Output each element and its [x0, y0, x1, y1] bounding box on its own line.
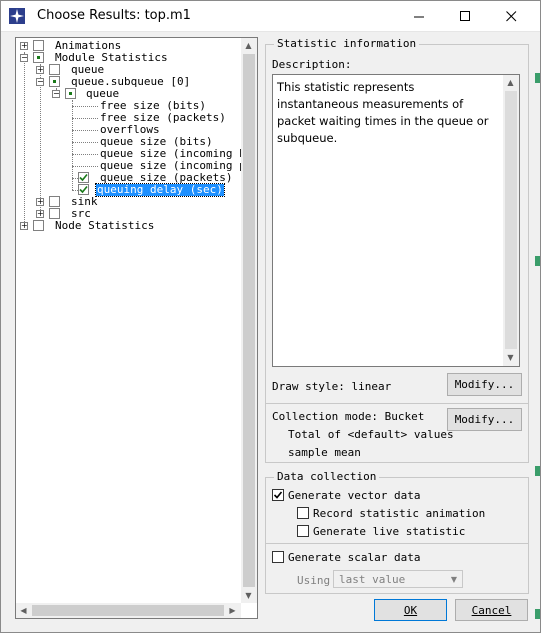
scroll-down-icon[interactable]: ▼ [503, 350, 518, 365]
maximize-icon [459, 10, 470, 21]
tree-horizontal-scrollbar[interactable]: ◀ ▶ [16, 603, 241, 618]
tree-item-module-statistics[interactable]: − Module Statistics [16, 52, 246, 64]
tree-checkbox[interactable] [33, 220, 44, 231]
using-label: Using [297, 574, 331, 587]
divider [265, 543, 529, 544]
window-title: Choose Results: top.m1 [37, 8, 191, 23]
tree-item-node-statistics[interactable]: + Node Statistics [16, 220, 246, 232]
draw-style-modify-button[interactable]: Modify... [447, 373, 522, 396]
app-icon [9, 8, 25, 24]
description-text: This statistic represents instantaneous … [277, 80, 489, 145]
total-of-text: Total of <default> values [288, 428, 454, 441]
scroll-up-icon[interactable]: ▲ [503, 75, 518, 90]
expand-icon[interactable]: + [20, 42, 28, 50]
checkmark-icon [79, 185, 88, 194]
description-scrollbar[interactable]: ▲ ▼ [503, 75, 519, 366]
background-decoration [535, 73, 540, 83]
tree-checkbox[interactable] [49, 76, 60, 87]
checkmark-icon [79, 173, 88, 182]
collapse-icon[interactable]: − [20, 54, 28, 62]
tree-item-sink[interactable]: + sink [16, 196, 246, 208]
tree-item-queue-subqueue[interactable]: − queue.subqueue [0] [16, 76, 246, 88]
generate-live-label: Generate live statistic [313, 525, 466, 538]
collapse-icon[interactable]: − [36, 78, 44, 86]
background-decoration [535, 609, 540, 619]
group-legend: Statistic information [274, 37, 420, 50]
ok-button-label: OK [403, 603, 418, 617]
record-animation-label: Record statistic animation [313, 507, 486, 520]
description-textarea[interactable]: This statistic represents instantaneous … [272, 74, 520, 367]
title-bar: Choose Results: top.m1 [1, 1, 540, 32]
tree-checkbox[interactable] [78, 184, 89, 195]
close-button[interactable] [488, 1, 534, 31]
tree-checkbox[interactable] [33, 40, 44, 51]
tree-item-label: queuing delay (sec) [95, 183, 225, 197]
tree-checkbox[interactable] [33, 52, 44, 63]
scroll-down-icon[interactable]: ▼ [241, 588, 256, 603]
tree-checkbox[interactable] [65, 88, 76, 99]
cancel-button-label: Cancel [471, 603, 512, 617]
record-animation-checkbox[interactable] [297, 507, 309, 519]
scroll-thumb[interactable] [32, 605, 224, 616]
using-select[interactable]: last value ▼ [333, 570, 463, 588]
scroll-thumb[interactable] [505, 91, 517, 349]
scroll-left-icon[interactable]: ◀ [16, 603, 31, 618]
tree-checkbox[interactable] [78, 172, 89, 183]
using-select-value: last value [339, 573, 406, 586]
maximize-button[interactable] [442, 1, 488, 31]
tree-checkbox[interactable] [49, 64, 60, 75]
checkmark-icon [273, 491, 283, 499]
collection-mode-modify-button[interactable]: Modify... [447, 408, 522, 431]
chevron-down-icon: ▼ [450, 574, 458, 584]
divider [265, 403, 529, 404]
tree-checkbox[interactable] [49, 208, 60, 219]
tree-vertical-scrollbar[interactable]: ▲ ▼ [241, 38, 257, 603]
scroll-right-icon[interactable]: ▶ [225, 603, 240, 618]
statistics-tree[interactable]: + Animations − Module Statistics + queue… [15, 37, 258, 619]
scroll-up-icon[interactable]: ▲ [241, 38, 256, 53]
cancel-button[interactable]: Cancel [455, 599, 528, 621]
ok-button[interactable]: OK [374, 599, 447, 621]
expand-icon[interactable]: + [36, 210, 44, 218]
generate-scalar-checkbox[interactable] [272, 551, 284, 563]
draw-style-text: Draw style: linear [272, 380, 392, 393]
generate-scalar-label: Generate scalar data [288, 551, 421, 564]
background-decoration [535, 466, 540, 476]
collapse-icon[interactable]: − [52, 90, 60, 98]
tree-checkbox[interactable] [49, 196, 60, 207]
close-icon [505, 10, 516, 21]
group-legend: Data collection [274, 470, 380, 483]
choose-results-dialog: Choose Results: top.m1 + Animations − Mo… [0, 0, 541, 633]
generate-vector-label: Generate vector data [288, 489, 421, 502]
generate-vector-checkbox[interactable] [272, 489, 284, 501]
description-label: Description: [272, 58, 352, 71]
expand-icon[interactable]: + [20, 222, 28, 230]
expand-icon[interactable]: + [36, 198, 44, 206]
generate-live-checkbox[interactable] [297, 525, 309, 537]
collection-mode-text: Collection mode: Bucket [272, 410, 425, 423]
minimize-button[interactable] [396, 1, 442, 31]
tree-item-queuing-delay[interactable]: queuing delay (sec) [16, 183, 246, 197]
minimize-icon [413, 16, 424, 17]
expand-icon[interactable]: + [36, 66, 44, 74]
background-decoration [535, 256, 540, 266]
tree-item-label: Node Statistics [55, 219, 155, 232]
scroll-thumb[interactable] [243, 54, 255, 587]
sample-mean-text: sample mean [288, 446, 361, 459]
